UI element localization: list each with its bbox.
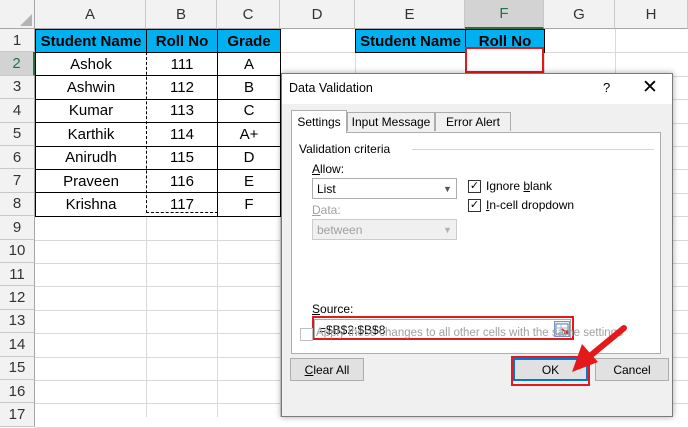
- student-name-cell[interactable]: Karthik: [35, 122, 147, 147]
- grade-cell[interactable]: C: [217, 98, 281, 124]
- roll-no-cell[interactable]: 116: [146, 169, 218, 194]
- dialog-title: Data Validation: [289, 81, 373, 95]
- data-validation-dialog: Data Validation ? ✕ Settings Input Messa…: [281, 73, 673, 417]
- ignore-blank-checkbox[interactable]: ✓: [468, 180, 481, 193]
- row-header-9[interactable]: 9: [0, 216, 35, 240]
- clear-all-button[interactable]: Clear All: [290, 358, 364, 381]
- allow-select[interactable]: List ▼: [312, 178, 457, 199]
- table-header-grade[interactable]: Grade: [217, 29, 281, 53]
- active-cell-f2[interactable]: [465, 47, 544, 73]
- grade-cell[interactable]: D: [217, 145, 281, 170]
- tab-error-alert[interactable]: Error Alert: [435, 112, 511, 131]
- roll-no-cell[interactable]: 111: [146, 52, 218, 77]
- source-label: Source:: [312, 302, 354, 316]
- group-divider: [412, 149, 654, 150]
- help-button[interactable]: ?: [603, 80, 610, 95]
- row-header-17[interactable]: 17: [0, 403, 35, 427]
- row-header-16[interactable]: 16: [0, 380, 35, 404]
- row-header-7[interactable]: 7: [0, 169, 35, 193]
- in-cell-dropdown-checkbox[interactable]: ✓: [468, 199, 481, 212]
- settings-panel: Validation criteria Allow: List ▼ ✓ Igno…: [291, 132, 661, 354]
- allow-label: Allow:: [312, 162, 345, 176]
- row-header-5[interactable]: 5: [0, 122, 35, 146]
- tab-settings[interactable]: Settings: [291, 110, 347, 133]
- validation-criteria-label: Validation criteria: [299, 142, 391, 156]
- column-header-h[interactable]: H: [615, 0, 688, 29]
- in-cell-dropdown-label: In-cell dropdown: [486, 198, 575, 212]
- student-name-cell[interactable]: Ashok: [35, 52, 147, 77]
- column-header-a[interactable]: A: [35, 0, 146, 29]
- grade-cell[interactable]: E: [217, 169, 281, 194]
- row-header-15[interactable]: 15: [0, 356, 35, 380]
- allow-value: List: [317, 181, 336, 196]
- tab-input-message[interactable]: Input Message: [347, 112, 435, 131]
- cancel-button[interactable]: Cancel: [595, 358, 669, 381]
- select-all-corner[interactable]: [0, 0, 35, 29]
- table-header-student-name[interactable]: Student Name: [35, 29, 147, 53]
- close-icon[interactable]: ✕: [642, 76, 658, 99]
- student-name-cell[interactable]: Ashwin: [35, 75, 147, 100]
- student-name-cell[interactable]: Krishna: [35, 192, 147, 217]
- row-header-13[interactable]: 13: [0, 309, 35, 334]
- row-header-12[interactable]: 12: [0, 286, 35, 310]
- grade-cell[interactable]: A+: [217, 122, 281, 147]
- row-header-2[interactable]: 2: [0, 52, 35, 76]
- ignore-blank-label: Ignore blank: [486, 179, 553, 193]
- data-select[interactable]: between ▼: [312, 219, 457, 240]
- student-name-cell[interactable]: Praveen: [35, 169, 147, 194]
- apply-all-checkbox[interactable]: [300, 328, 313, 341]
- student-name-cell[interactable]: Kumar: [35, 98, 147, 124]
- row-header-1[interactable]: 1: [0, 29, 35, 53]
- roll-no-cell[interactable]: 113: [146, 98, 218, 124]
- row-header-4[interactable]: 4: [0, 99, 35, 123]
- ok-button[interactable]: OK: [513, 358, 588, 381]
- lookup-header-student-name[interactable]: Student Name: [355, 29, 466, 53]
- column-header-e[interactable]: E: [355, 0, 465, 29]
- column-header-g[interactable]: G: [544, 0, 615, 29]
- roll-no-cell[interactable]: 115: [146, 145, 218, 170]
- grade-cell[interactable]: B: [217, 75, 281, 100]
- row-header-10[interactable]: 10: [0, 239, 35, 263]
- student-name-cell[interactable]: Anirudh: [35, 145, 147, 170]
- chevron-down-icon[interactable]: ▼: [439, 220, 456, 239]
- column-header-d[interactable]: D: [280, 0, 355, 29]
- chevron-down-icon[interactable]: ▼: [439, 179, 456, 198]
- grade-cell[interactable]: F: [217, 192, 281, 217]
- table-header-roll-no[interactable]: Roll No: [146, 29, 218, 53]
- column-header-b[interactable]: B: [146, 0, 217, 29]
- row-header-14[interactable]: 14: [0, 333, 35, 357]
- apply-all-label: Apply these changes to all other cells w…: [316, 327, 623, 339]
- roll-no-cell[interactable]: 114: [146, 122, 218, 147]
- data-label: Data:: [312, 203, 341, 217]
- dialog-titlebar[interactable]: Data Validation ? ✕: [282, 74, 672, 104]
- roll-no-cell[interactable]: 112: [146, 75, 218, 100]
- row-header-11[interactable]: 11: [0, 263, 35, 287]
- row-header-3[interactable]: 3: [0, 75, 35, 100]
- column-header-c[interactable]: C: [217, 0, 280, 29]
- roll-no-cell[interactable]: 117: [146, 192, 218, 217]
- grade-cell[interactable]: A: [217, 52, 281, 77]
- row-header-6[interactable]: 6: [0, 146, 35, 170]
- data-value: between: [317, 222, 363, 237]
- column-header-f[interactable]: F: [465, 0, 544, 29]
- row-header-8[interactable]: 8: [0, 192, 35, 217]
